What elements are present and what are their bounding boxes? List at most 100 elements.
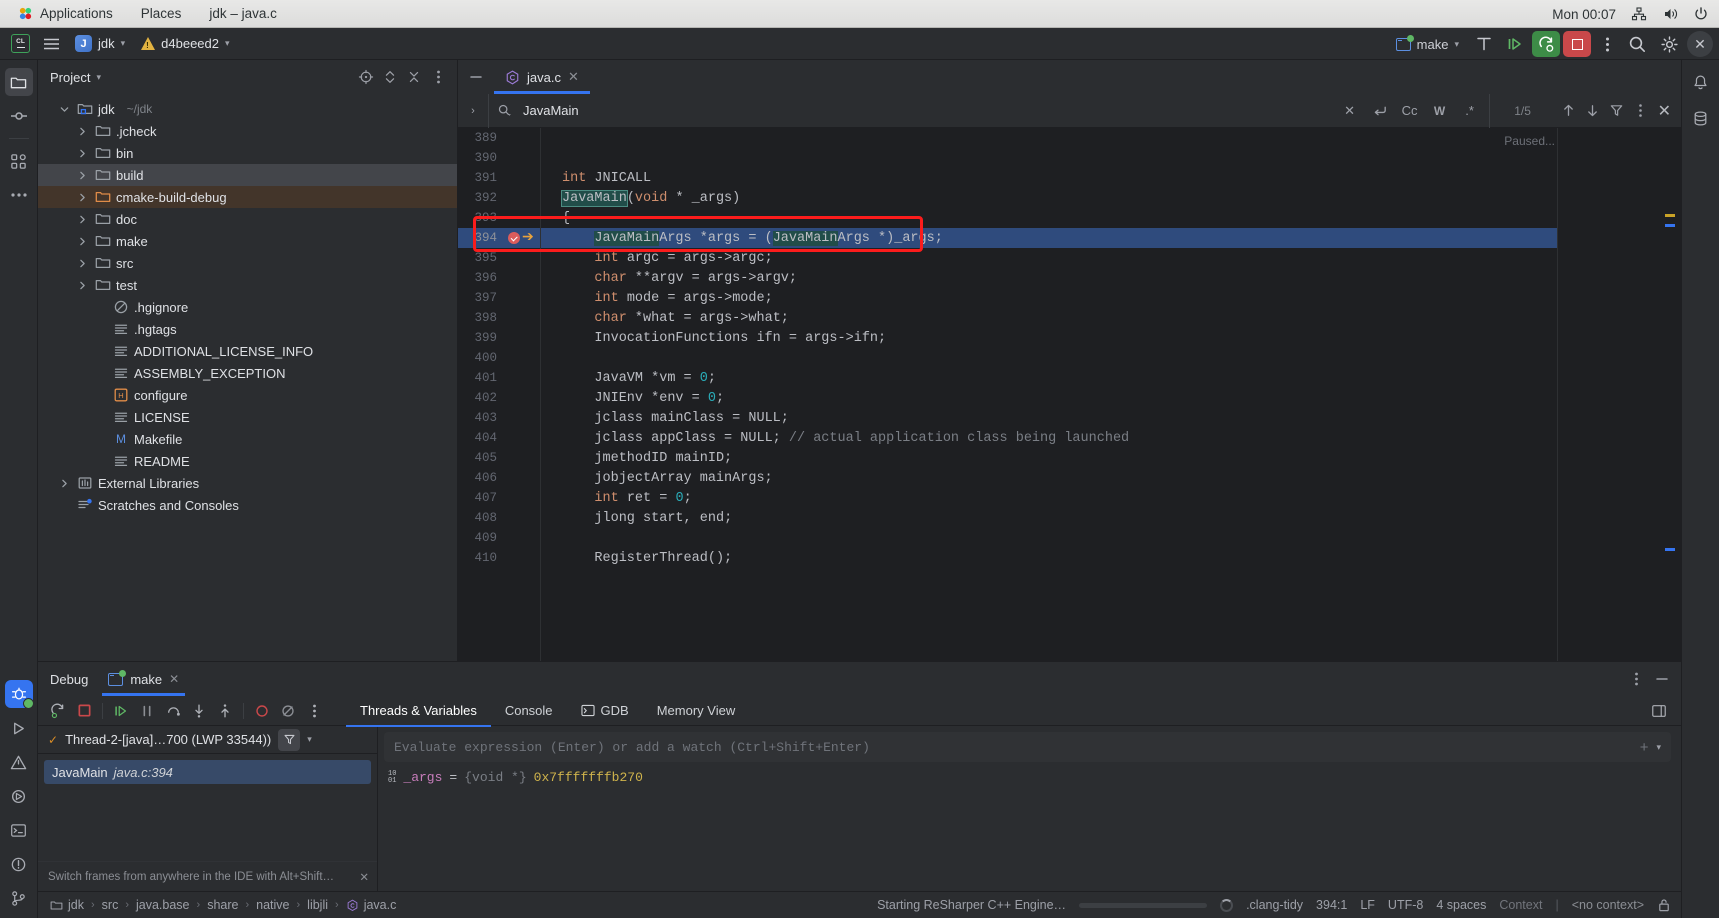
- structure-icon[interactable]: [5, 147, 33, 175]
- code-lines-container[interactable]: 389 390 391 int JNICALL 392 JavaMain(void * _…: [458, 128, 1557, 661]
- chevron-down-icon[interactable]: ▾: [1656, 742, 1661, 753]
- step-out-icon[interactable]: [213, 699, 237, 723]
- project-icon[interactable]: [4, 68, 33, 96]
- build-hammer-icon[interactable]: [1470, 31, 1498, 57]
- editor-tab-java-c[interactable]: java.c ✕: [494, 60, 590, 94]
- code-line[interactable]: 409: [458, 528, 1557, 548]
- more-tool-windows-icon[interactable]: [5, 181, 33, 209]
- context-value[interactable]: <no context>: [1572, 898, 1644, 912]
- vcs-branch-widget[interactable]: d4beeed2 ▾: [134, 31, 236, 57]
- tree-item-jcheck[interactable]: .jcheck: [38, 120, 457, 142]
- code-line[interactable]: 392 JavaMain(void * _args): [458, 188, 1557, 208]
- chevron-right-icon[interactable]: [74, 211, 90, 227]
- debug-icon[interactable]: [4, 680, 34, 709]
- code-line[interactable]: 396 char **argv = args->argv;: [458, 268, 1557, 288]
- power-icon[interactable]: [1692, 6, 1709, 23]
- chevron-right-icon[interactable]: [74, 189, 90, 205]
- project-widget[interactable]: J jdk ▾: [68, 31, 132, 57]
- version-control-icon[interactable]: [5, 884, 33, 912]
- network-icon[interactable]: [1630, 6, 1647, 23]
- chevron-down-icon[interactable]: ▾: [307, 734, 312, 745]
- tree-item-hgignore[interactable]: .hgignore: [38, 296, 457, 318]
- debug-tab-console[interactable]: Console: [491, 696, 567, 726]
- code-line[interactable]: 398 char *what = args->what;: [458, 308, 1557, 328]
- find-expand-icon[interactable]: ›: [458, 94, 488, 128]
- hide-editor-icon[interactable]: [458, 60, 494, 94]
- next-match-icon[interactable]: [1582, 100, 1604, 122]
- mute-breakpoints-icon[interactable]: [276, 699, 300, 723]
- breadcrumb-item[interactable]: jdk: [48, 898, 86, 912]
- code-line[interactable]: 402 JNIEnv *env = 0;: [458, 388, 1557, 408]
- database-icon[interactable]: [1687, 104, 1715, 132]
- code-editor[interactable]: 389 390 391 int JNICALL 392 JavaMain(void * _…: [458, 128, 1681, 661]
- close-find-icon[interactable]: ✕: [1658, 101, 1671, 121]
- chevron-right-icon[interactable]: [74, 255, 90, 271]
- applications-menu[interactable]: Applications: [12, 0, 127, 28]
- chevron-down-icon[interactable]: ▾: [96, 72, 101, 83]
- line-separator[interactable]: LF: [1360, 898, 1375, 912]
- find-options-icon[interactable]: [1630, 100, 1652, 122]
- indent-widget[interactable]: 4 spaces: [1436, 898, 1486, 912]
- whole-words-icon[interactable]: W: [1429, 100, 1451, 122]
- tree-item-doc[interactable]: doc: [38, 208, 457, 230]
- run-configuration-selector[interactable]: make ▾: [1388, 31, 1467, 57]
- inspection-widget[interactable]: .clang-tidy: [1246, 898, 1303, 912]
- code-line[interactable]: 394 ➔ JavaMainArgs *args = (JavaMainArgs …: [458, 228, 1557, 248]
- breadcrumb[interactable]: jdk › src › java.base › share › native › libjli › ja…: [48, 898, 398, 912]
- code-line[interactable]: 399 InvocationFunctions ifn = args->ifn;: [458, 328, 1557, 348]
- code-line[interactable]: 397 int mode = args->mode;: [458, 288, 1557, 308]
- chevron-right-icon[interactable]: [74, 277, 90, 293]
- code-line[interactable]: 400: [458, 348, 1557, 368]
- debug-options-icon[interactable]: [1625, 668, 1647, 690]
- resume-icon[interactable]: [109, 699, 133, 723]
- more-actions-icon[interactable]: [1594, 31, 1620, 57]
- prev-match-icon[interactable]: [1558, 100, 1580, 122]
- terminal-icon[interactable]: [5, 816, 33, 844]
- chevron-right-icon[interactable]: [74, 123, 90, 139]
- variable-row[interactable]: 10 01 _args = {void *} 0x7fffffffb270: [388, 770, 1671, 785]
- code-line[interactable]: 393 {: [458, 208, 1557, 228]
- search-dropdown-icon[interactable]: [493, 100, 515, 122]
- find-input[interactable]: [523, 103, 1331, 118]
- step-over-icon[interactable]: [161, 699, 185, 723]
- pause-icon[interactable]: [135, 699, 159, 723]
- code-line[interactable]: 390: [458, 148, 1557, 168]
- filter-icon[interactable]: [1606, 100, 1628, 122]
- read-only-icon[interactable]: [1657, 898, 1671, 913]
- close-icon[interactable]: ✕: [568, 69, 579, 85]
- chevron-right-icon[interactable]: [74, 167, 90, 183]
- code-line[interactable]: 405 jmethodID mainID;: [458, 448, 1557, 468]
- editor-marker-gutter[interactable]: [1557, 128, 1681, 661]
- debug-tab-memory-view[interactable]: Memory View: [643, 696, 750, 726]
- more-debug-actions-icon[interactable]: [302, 699, 326, 723]
- project-tree[interactable]: jdk ~/jdk .jcheck bin build cmake-build-debug…: [38, 94, 457, 661]
- rerun-icon[interactable]: [46, 699, 70, 723]
- stop-icon[interactable]: [72, 699, 96, 723]
- match-case-icon[interactable]: Cc: [1399, 100, 1421, 122]
- thread-filter-icon[interactable]: [278, 728, 301, 751]
- evaluate-expression-row[interactable]: + ▾: [384, 732, 1671, 762]
- search-everywhere-icon[interactable]: [1623, 31, 1652, 57]
- notifications-alert-icon[interactable]: [5, 850, 33, 878]
- tree-item-test[interactable]: test: [38, 274, 457, 296]
- gutter-marks[interactable]: ➔: [506, 231, 540, 245]
- step-into-icon[interactable]: [187, 699, 211, 723]
- caret-position[interactable]: 394:1: [1316, 898, 1347, 912]
- file-encoding[interactable]: UTF-8: [1388, 898, 1423, 912]
- evaluate-expression-input[interactable]: [394, 739, 1632, 755]
- close-window-icon[interactable]: ✕: [1687, 31, 1713, 57]
- clear-find-icon[interactable]: ✕: [1339, 100, 1361, 122]
- regex-newline-icon[interactable]: [1369, 100, 1391, 122]
- tree-item-license[interactable]: LICENSE: [38, 406, 457, 428]
- regex-icon[interactable]: .*: [1459, 100, 1481, 122]
- debug-tab-threads-variables[interactable]: Threads & Variables: [346, 696, 491, 727]
- problems-icon[interactable]: [5, 748, 33, 776]
- tree-item-hgtags[interactable]: .hgtags: [38, 318, 457, 340]
- breadcrumb-item[interactable]: share: [205, 898, 240, 912]
- thread-selector[interactable]: ✓ Thread-2-[java]…700 (LWP 33544)) ▾: [38, 726, 377, 754]
- settings-gear-icon[interactable]: [1655, 31, 1684, 57]
- minimize-debug-panel-icon[interactable]: [1651, 668, 1673, 690]
- code-line[interactable]: 391 int JNICALL: [458, 168, 1557, 188]
- tree-item-readme[interactable]: README: [38, 450, 457, 472]
- chevron-right-icon[interactable]: [56, 475, 72, 491]
